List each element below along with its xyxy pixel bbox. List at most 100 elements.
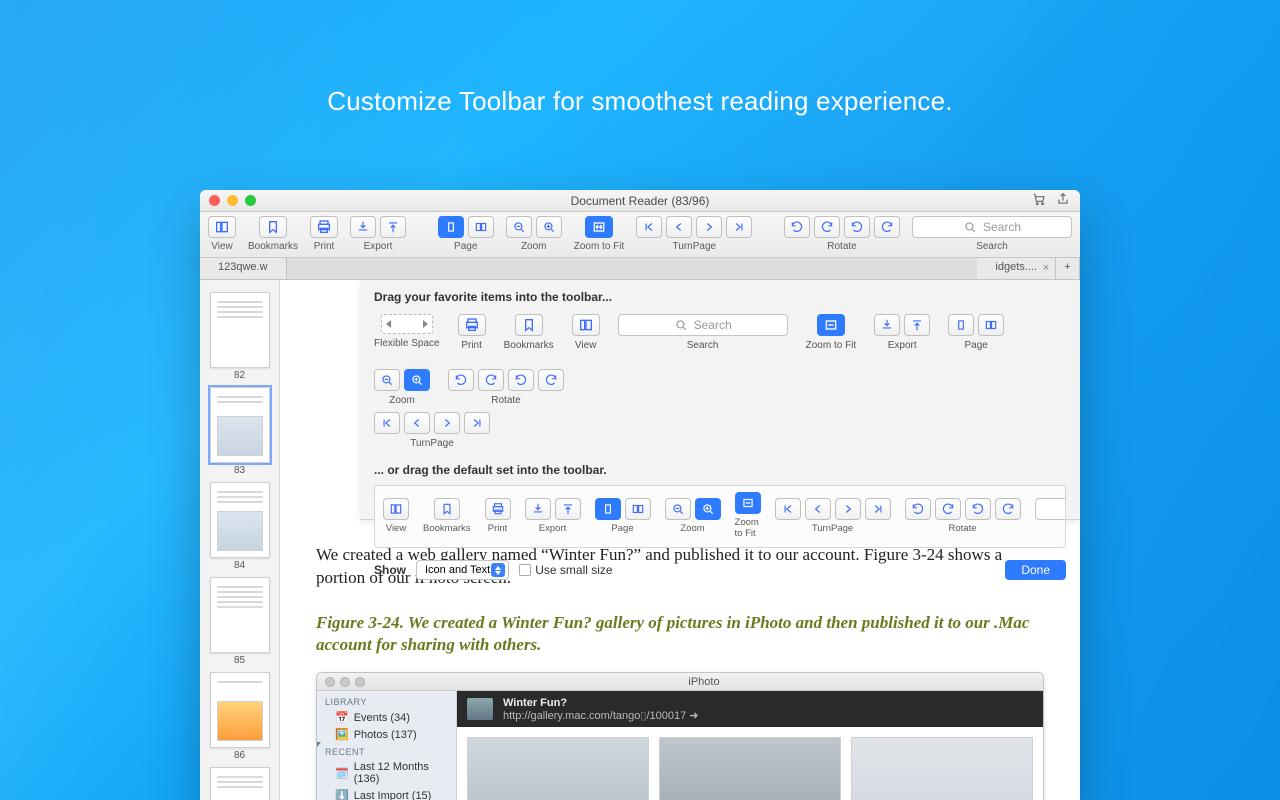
photo-cell[interactable]: DSC00597 — [659, 737, 841, 800]
print-icon[interactable] — [310, 216, 338, 238]
tool-print: Print — [310, 216, 338, 252]
tool-bookmarks: Bookmarks — [248, 216, 298, 252]
document-content: Drag your favorite items into the toolba… — [280, 280, 1080, 800]
tool-zoom: Zoom — [506, 216, 562, 252]
use-small-size-checkbox[interactable]: Use small size — [519, 563, 612, 577]
show-select[interactable]: Icon and Text — [416, 560, 509, 580]
list-item[interactable]: 🖼️ Photos (137) — [317, 726, 456, 743]
item-export[interactable]: Export — [874, 314, 930, 351]
tool-rotate: Rotate — [784, 216, 900, 252]
item-bookmarks[interactable]: Bookmarks — [504, 314, 554, 351]
default-toolbar-set[interactable]: View Bookmarks Print Export Page Zoom Zo… — [374, 485, 1066, 548]
page-thumb[interactable] — [210, 767, 270, 800]
item-view[interactable]: View — [572, 314, 600, 351]
page-thumb[interactable] — [210, 577, 270, 653]
page-thumb[interactable] — [210, 292, 270, 368]
item-rotate[interactable]: Rotate — [448, 369, 564, 406]
iphoto-title: iPhoto — [365, 676, 1043, 688]
share-icon[interactable] — [1056, 192, 1070, 209]
tool-view: View — [208, 216, 236, 252]
window-body: 82 83 84 85 86 Drag your favorite items … — [200, 280, 1080, 800]
customize-toolbar-sheet: Drag your favorite items into the toolba… — [360, 280, 1080, 520]
search-input[interactable]: Search — [912, 216, 1072, 238]
cart-icon[interactable] — [1032, 192, 1046, 209]
label: Print — [314, 241, 335, 252]
page-number: 85 — [200, 655, 279, 666]
tagline: Customize Toolbar for smoothest reading … — [0, 86, 1280, 117]
figure-caption: Figure 3-24. We created a Winter Fun? ga… — [316, 612, 1044, 656]
list-item[interactable]: 🗓️ Last 12 Months (136) — [317, 759, 456, 787]
export-down-icon[interactable] — [350, 216, 376, 238]
next-page-icon[interactable] — [696, 216, 722, 238]
titlebar: Document Reader (83/96) — [200, 190, 1080, 212]
main-toolbar: View Bookmarks Print Export Page — [200, 212, 1080, 258]
list-item[interactable]: 📅 Events (34) — [317, 709, 456, 726]
label: Bookmarks — [248, 241, 298, 252]
sheet-footer: Show Icon and Text Use small size Done — [374, 560, 1066, 580]
app-window: Document Reader (83/96) View Bookmarks P… — [200, 190, 1080, 800]
zoom-out-icon[interactable] — [506, 216, 532, 238]
sidebar-heading: RECENT — [325, 747, 365, 757]
item-zoom[interactable]: Zoom — [374, 369, 430, 406]
label: Rotate — [827, 241, 856, 252]
item-turnpage[interactable]: TurnPage — [374, 412, 490, 449]
thumbnail-sidebar[interactable]: 82 83 84 85 86 — [200, 280, 280, 800]
zoom-in-icon[interactable] — [536, 216, 562, 238]
tab-add-button[interactable]: + — [1056, 258, 1080, 279]
tab-left[interactable]: 123qwe.w — [200, 258, 287, 279]
label: TurnPage — [673, 241, 717, 252]
rotate-left-icon[interactable] — [784, 216, 810, 238]
tool-turnpage: TurnPage — [636, 216, 752, 252]
export-up-icon[interactable] — [380, 216, 406, 238]
prev-page-icon[interactable] — [666, 216, 692, 238]
sidebar-heading: LIBRARY — [317, 695, 456, 709]
tool-export: Export — [350, 216, 406, 252]
list-item[interactable]: ⬇️ Last Import (15) — [317, 787, 456, 800]
item-flexible-space[interactable]: Flexible Space — [374, 314, 440, 351]
done-button[interactable]: Done — [1005, 560, 1066, 580]
label: Zoom — [521, 241, 547, 252]
tab-strip: 123qwe.w idgets....× + — [200, 258, 1080, 280]
iphoto-grid: DSC00596 DSC00597 DSC00598 — [457, 727, 1043, 800]
item-page[interactable]: Page — [948, 314, 1004, 351]
tool-search: Search Search — [912, 216, 1072, 252]
first-page-icon[interactable] — [636, 216, 662, 238]
item-print[interactable]: Print — [458, 314, 486, 351]
page-thumb[interactable] — [210, 482, 270, 558]
item-zoom-fit[interactable]: Zoom to Fit — [806, 314, 857, 351]
tool-page: Page — [438, 216, 494, 252]
page-number: 84 — [200, 560, 279, 571]
rotate-right-icon[interactable] — [814, 216, 840, 238]
item-search[interactable]: SearchSearch — [618, 314, 788, 351]
page-number: 83 — [200, 465, 279, 476]
label: Search — [976, 241, 1008, 252]
or-heading: ... or drag the default set into the too… — [374, 463, 1066, 477]
page-thumb[interactable] — [210, 387, 270, 463]
toolbar-item-palette: Flexible Space Print Bookmarks View Sear… — [374, 314, 1066, 406]
rotate-right2-icon[interactable] — [874, 216, 900, 238]
rotate-left2-icon[interactable] — [844, 216, 870, 238]
bookmark-icon[interactable] — [259, 216, 287, 238]
page-double-icon[interactable] — [468, 216, 494, 238]
page-thumb[interactable] — [210, 672, 270, 748]
photo-cell[interactable]: DSC00598 — [851, 737, 1033, 800]
window-title: Document Reader (83/96) — [200, 194, 1080, 208]
page-number: 82 — [200, 370, 279, 381]
tab-close-icon[interactable]: × — [1043, 262, 1049, 274]
iphoto-banner: Winter Fun? http://gallery.mac.com/tango… — [457, 691, 1043, 727]
search-placeholder: Search — [983, 220, 1021, 234]
label: Page — [454, 241, 477, 252]
tab-right[interactable]: idgets....× — [977, 258, 1056, 279]
view-icon[interactable] — [208, 216, 236, 238]
label: View — [211, 241, 233, 252]
page-number: 86 — [200, 750, 279, 761]
zoom-fit-icon[interactable] — [585, 216, 613, 238]
show-label: Show — [374, 563, 406, 577]
label: Zoom to Fit — [574, 241, 625, 252]
photo-cell[interactable]: DSC00596 — [467, 737, 649, 800]
sheet-heading: Drag your favorite items into the toolba… — [374, 290, 1066, 304]
iphoto-sidebar: LIBRARY 📅 Events (34) 🖼️ Photos (137) RE… — [317, 691, 457, 800]
iphoto-window: iPhoto LIBRARY 📅 Events (34) 🖼️ Photos (… — [316, 672, 1044, 800]
last-page-icon[interactable] — [726, 216, 752, 238]
page-single-icon[interactable] — [438, 216, 464, 238]
